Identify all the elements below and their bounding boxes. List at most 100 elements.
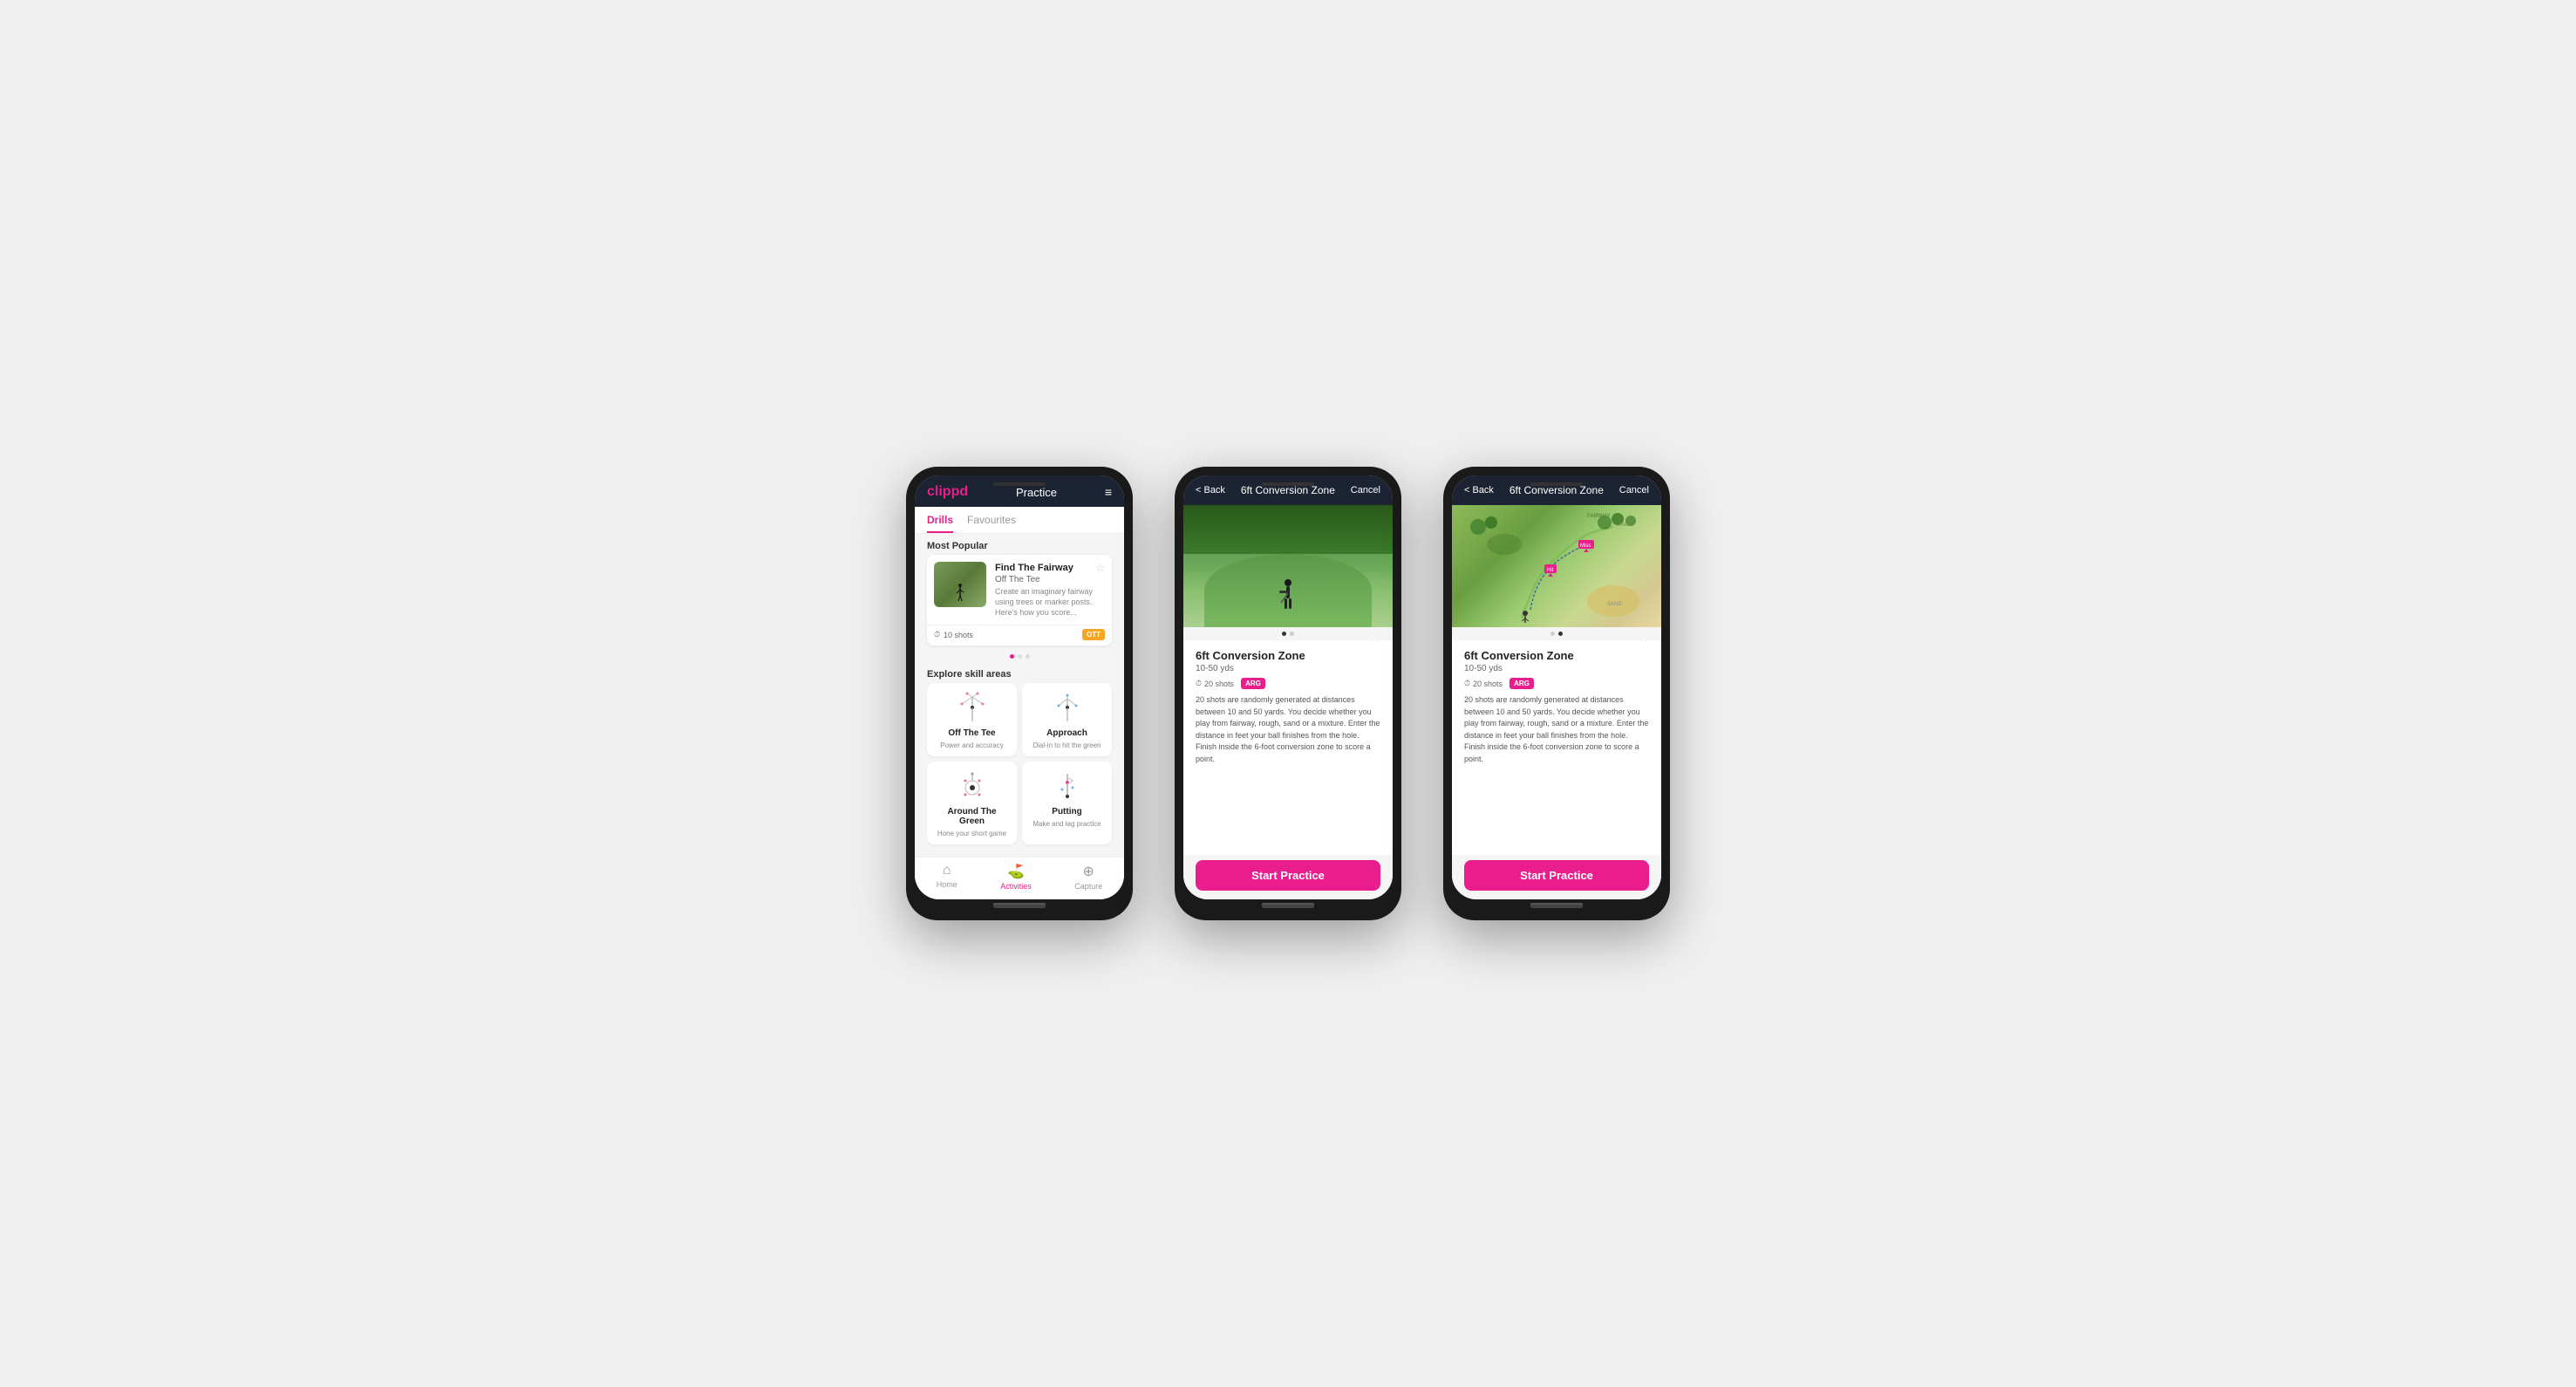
svg-text:Hit: Hit xyxy=(1547,568,1554,573)
detail-content-2: 6ft Conversion Zone 10-50 yds ☆ ⏱ 20 sho… xyxy=(1183,640,1393,855)
dot-2 xyxy=(1018,654,1022,659)
cancel-button-3[interactable]: Cancel xyxy=(1619,485,1649,495)
phone-2: < Back 6ft Conversion Zone Cancel xyxy=(1175,467,1401,920)
skill-approach[interactable]: Approach Dial-in to hit the green xyxy=(1022,683,1112,756)
home-label: Home xyxy=(937,880,957,889)
card-description: Create an imaginary fairway using trees … xyxy=(995,587,1105,618)
phone2-header: < Back 6ft Conversion Zone Cancel xyxy=(1183,475,1393,505)
detail-dot-2 xyxy=(1290,632,1294,636)
activities-label: Activities xyxy=(1000,882,1032,891)
golf-photo xyxy=(1183,505,1393,627)
approach-desc: Dial-in to hit the green xyxy=(1032,741,1101,749)
carousel-dots xyxy=(915,651,1124,662)
bottom-nav: ⌂ Home ⛳ Activities ⊕ Capture xyxy=(915,857,1124,899)
card-subtitle: Off The Tee xyxy=(995,575,1073,584)
approach-icon xyxy=(1046,690,1088,725)
card-favourite-icon[interactable]: ☆ xyxy=(1095,562,1105,574)
header-title: Practice xyxy=(1016,486,1057,499)
detail-title-2: 6ft Conversion Zone xyxy=(1241,484,1335,496)
phone-3: < Back 6ft Conversion Zone Cancel SAND xyxy=(1443,467,1670,920)
activities-icon: ⛳ xyxy=(1007,863,1025,880)
arg-icon xyxy=(951,769,993,803)
drill-range-3: 10-50 yds xyxy=(1464,664,1574,673)
drill-range-2: 10-50 yds xyxy=(1196,664,1305,673)
card-footer: ⏱ 10 shots OTT xyxy=(927,625,1112,646)
clock-icon-2: ⏱ xyxy=(1196,679,1202,688)
capture-icon: ⊕ xyxy=(1083,863,1094,880)
dot-3 xyxy=(1026,654,1030,659)
drill-title-3: 6ft Conversion Zone xyxy=(1464,649,1574,662)
photo-trees xyxy=(1183,505,1393,554)
detail-dot-1 xyxy=(1282,632,1286,636)
skill-areas-grid: Off The Tee Power and accuracy xyxy=(915,683,1124,851)
detail-dots-3 xyxy=(1452,627,1661,640)
clock-icon-3: ⏱ xyxy=(1464,679,1470,688)
drill-favourite-icon-3[interactable]: ☆ xyxy=(1638,640,1649,645)
shots-info-3: ⏱ 20 shots xyxy=(1464,679,1503,688)
phone1-header: clippd Practice ≡ xyxy=(915,475,1124,507)
drill-favourite-icon-2[interactable]: ☆ xyxy=(1369,640,1380,645)
phone2-body: 6ft Conversion Zone 10-50 yds ☆ ⏱ 20 sho… xyxy=(1183,505,1393,899)
svg-text:ROUGH: ROUGH xyxy=(1616,523,1632,528)
drill-title-2: 6ft Conversion Zone xyxy=(1196,649,1305,662)
detail-dot-3a xyxy=(1550,632,1555,636)
ott-badge: OTT xyxy=(1082,629,1105,640)
drill-description-2: 20 shots are randomly generated at dista… xyxy=(1196,694,1380,765)
arg-badge-3: ARG xyxy=(1509,678,1534,689)
shots-info-2: ⏱ 20 shots xyxy=(1196,679,1234,688)
home-bar-2 xyxy=(1262,903,1314,906)
card-shots: ⏱ 10 shots xyxy=(934,630,973,639)
explore-label: Explore skill areas xyxy=(915,662,1124,683)
home-bar-1 xyxy=(993,903,1046,906)
ott-desc: Power and accuracy xyxy=(940,741,1003,749)
ott-icon xyxy=(951,690,993,725)
back-button-2[interactable]: < Back xyxy=(1196,485,1225,495)
tab-drills[interactable]: Drills xyxy=(927,514,953,533)
svg-text:SAND: SAND xyxy=(1607,602,1622,607)
detail-meta-3: ⏱ 20 shots ARG xyxy=(1464,678,1649,689)
tabs-bar: Drills Favourites xyxy=(915,507,1124,534)
detail-dots-2 xyxy=(1183,627,1393,640)
drill-map-3: SAND xyxy=(1452,505,1661,627)
phone-3-screen: < Back 6ft Conversion Zone Cancel SAND xyxy=(1452,475,1661,899)
ott-name: Off The Tee xyxy=(948,728,995,738)
nav-capture[interactable]: ⊕ Capture xyxy=(1074,863,1102,891)
phone3-header: < Back 6ft Conversion Zone Cancel xyxy=(1452,475,1661,505)
phone3-body: SAND xyxy=(1452,505,1661,899)
phone1-body: Most Popular xyxy=(915,534,1124,857)
clock-icon: ⏱ xyxy=(934,630,940,639)
menu-icon[interactable]: ≡ xyxy=(1105,485,1112,499)
dot-1 xyxy=(1010,654,1014,659)
phone-1-screen: clippd Practice ≡ Drills Favourites Most… xyxy=(915,475,1124,899)
skill-around-green[interactable]: Around The Green Hone your short game xyxy=(927,762,1017,844)
start-practice-button-2[interactable]: Start Practice xyxy=(1196,860,1380,891)
card-title: Find The Fairway xyxy=(995,562,1073,574)
putting-icon xyxy=(1046,769,1088,803)
home-bar-3 xyxy=(1530,903,1583,906)
nav-activities[interactable]: ⛳ Activities xyxy=(1000,863,1032,891)
arg-desc: Hone your short game xyxy=(937,830,1006,837)
skill-off-the-tee[interactable]: Off The Tee Power and accuracy xyxy=(927,683,1017,756)
svg-text:Miss: Miss xyxy=(1580,543,1591,549)
arg-name: Around The Green xyxy=(934,807,1010,826)
drill-description-3: 20 shots are randomly generated at dista… xyxy=(1464,694,1649,765)
home-icon: ⌂ xyxy=(943,863,951,878)
svg-text:FAIRWAY: FAIRWAY xyxy=(1587,514,1611,519)
skill-putting[interactable]: Putting Make and lag practice xyxy=(1022,762,1112,844)
phone-2-screen: < Back 6ft Conversion Zone Cancel xyxy=(1183,475,1393,899)
phone-1: clippd Practice ≡ Drills Favourites Most… xyxy=(906,467,1133,920)
cancel-button-2[interactable]: Cancel xyxy=(1351,485,1380,495)
most-popular-label: Most Popular xyxy=(915,534,1124,555)
app-logo: clippd xyxy=(927,484,968,500)
arg-badge-2: ARG xyxy=(1241,678,1265,689)
approach-name: Approach xyxy=(1046,728,1087,738)
featured-drill-card[interactable]: Find The Fairway Off The Tee ☆ Create an… xyxy=(927,555,1112,646)
nav-home[interactable]: ⌂ Home xyxy=(937,863,957,891)
tab-favourites[interactable]: Favourites xyxy=(967,514,1016,533)
card-info: Find The Fairway Off The Tee ☆ Create an… xyxy=(995,562,1105,618)
card-thumbnail xyxy=(934,562,986,607)
start-practice-button-3[interactable]: Start Practice xyxy=(1464,860,1649,891)
back-button-3[interactable]: < Back xyxy=(1464,485,1494,495)
putting-desc: Make and lag practice xyxy=(1032,820,1101,828)
detail-dot-3b xyxy=(1558,632,1563,636)
